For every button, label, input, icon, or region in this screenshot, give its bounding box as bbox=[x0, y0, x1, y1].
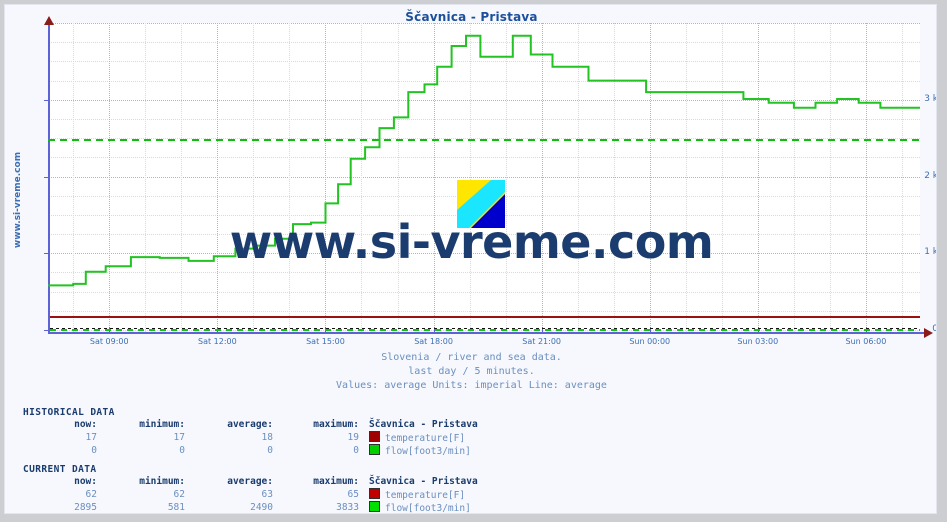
x-axis-tick-label: Sat 21:00 bbox=[522, 337, 561, 346]
subtitle-region: Slovenia / river and sea data. bbox=[381, 352, 562, 363]
historical-data-table: now: minimum: average: maximum: Ščavnica - P… bbox=[23, 418, 478, 457]
table-cell-maximum: 65 bbox=[347, 489, 359, 500]
table-column-header: now: bbox=[74, 476, 97, 487]
table-row: 17 17 18 19 temperature[F] bbox=[23, 431, 478, 444]
table-column-header: average: bbox=[227, 476, 273, 487]
x-axis-tick-label: Sun 06:00 bbox=[845, 337, 887, 346]
x-axis-tick-label: Sat 18:00 bbox=[414, 337, 453, 346]
table-header-row: now: minimum: average: maximum: Ščavnica - P… bbox=[23, 418, 478, 431]
subtitle-period: last day / 5 minutes. bbox=[408, 366, 535, 377]
legend-series-name: temperature[F] bbox=[385, 490, 466, 501]
table-column-header: Ščavnica - Pristava bbox=[369, 419, 478, 430]
current-data-table: now: minimum: average: maximum: Ščavnica - P… bbox=[23, 475, 478, 514]
current-data-title: CURRENT DATA bbox=[23, 464, 97, 475]
table-cell-series: flow[foot3/min] bbox=[359, 501, 478, 514]
table-cell-average: 63 bbox=[261, 489, 273, 500]
flow-series-line bbox=[48, 34, 920, 287]
table-cell-now: 62 bbox=[85, 489, 97, 500]
x-axis-tick-label: Sat 15:00 bbox=[306, 337, 345, 346]
table-cell-series: temperature[F] bbox=[359, 488, 478, 501]
table-cell-minimum: 62 bbox=[173, 489, 185, 500]
legend-color-swatch bbox=[369, 501, 380, 512]
table-row: 0 0 0 0 flow[foot3/min] bbox=[23, 444, 478, 457]
table-cell-series: temperature[F] bbox=[359, 431, 478, 444]
x-axis-tick-label: Sun 03:00 bbox=[737, 337, 779, 346]
table-column-header: now: bbox=[74, 419, 97, 430]
table-cell-minimum: 581 bbox=[167, 502, 185, 513]
table-row: 2895 581 2490 3833 flow[foot3/min] bbox=[23, 501, 478, 514]
table-row: 62 62 63 65 temperature[F] bbox=[23, 488, 478, 501]
x-axis-tick-label: Sat 09:00 bbox=[89, 337, 129, 346]
table-cell-series: flow[foot3/min] bbox=[359, 444, 478, 457]
table-cell-average: 18 bbox=[261, 432, 273, 443]
page-container: Ščavnica - Pristava www.si-vreme.com 01 … bbox=[4, 4, 937, 514]
table-cell-maximum: 0 bbox=[353, 445, 359, 456]
x-axis-line bbox=[48, 332, 926, 334]
legend-color-swatch bbox=[369, 488, 380, 499]
table-column-header: minimum: bbox=[139, 476, 185, 487]
table-cell-maximum: 3833 bbox=[336, 502, 359, 513]
table-cell-now: 0 bbox=[91, 445, 97, 456]
table-cell-maximum: 19 bbox=[347, 432, 359, 443]
legend-series-name: flow[foot3/min] bbox=[385, 446, 471, 457]
legend-color-swatch bbox=[369, 431, 380, 442]
subtitle-values: Values: average Units: imperial Line: av… bbox=[336, 380, 607, 391]
table-column-header: average: bbox=[227, 419, 273, 430]
table-header-row: now: minimum: average: maximum: Ščavnica - P… bbox=[23, 475, 478, 488]
table-column-header: minimum: bbox=[139, 419, 185, 430]
table-cell-average: 0 bbox=[267, 445, 273, 456]
historical-data-title: HISTORICAL DATA bbox=[23, 407, 115, 418]
table-cell-now: 17 bbox=[85, 432, 97, 443]
historical-data-block: HISTORICAL DATA now: minimum: average: maxi… bbox=[23, 407, 478, 457]
table-column-header: Ščavnica - Pristava bbox=[369, 476, 478, 487]
chart-plot-wrapper: 01 k2 k3 kSat 09:00Sat 12:00Sat 15:00Sat… bbox=[5, 5, 936, 346]
table-cell-minimum: 17 bbox=[173, 432, 185, 443]
x-axis-tick-label: Sat 12:00 bbox=[197, 337, 237, 346]
legend-series-name: temperature[F] bbox=[385, 433, 466, 444]
table-cell-now: 2895 bbox=[74, 502, 97, 513]
current-data-block: CURRENT DATA now: minimum: average: maximum… bbox=[23, 464, 478, 514]
x-axis-arrow-icon bbox=[924, 328, 933, 338]
legend-series-name: flow[foot3/min] bbox=[385, 503, 471, 514]
table-column-header: maximum: bbox=[313, 419, 359, 430]
table-column-header: maximum: bbox=[313, 476, 359, 487]
legend-color-swatch bbox=[369, 444, 380, 455]
x-axis-tick-label: Sun 00:00 bbox=[629, 337, 671, 346]
table-cell-average: 2490 bbox=[250, 502, 273, 513]
si-vreme-logo-icon bbox=[457, 180, 505, 228]
table-cell-minimum: 0 bbox=[179, 445, 185, 456]
